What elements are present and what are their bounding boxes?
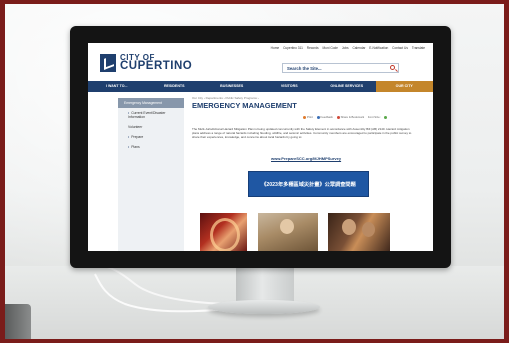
- survey-link[interactable]: www.PrepareSCC.org/MJHMPSurvey: [271, 156, 341, 161]
- logo-icon: [100, 54, 116, 72]
- feedback-link[interactable]: Feedback: [321, 115, 333, 119]
- photo-thumbnail-community[interactable]: [328, 213, 390, 251]
- breadcrumb[interactable]: Our City › Departments › Public Safety P…: [192, 96, 259, 100]
- nav-item-online-services[interactable]: ONLINE SERVICES: [318, 81, 376, 92]
- bullet-icon: •: [128, 145, 130, 149]
- sidebar-item-label: Plans: [131, 145, 140, 149]
- sidebar: Emergency Management • Current Event/Disa…: [118, 98, 184, 251]
- sidebar-item-label: Volunteer: [128, 125, 143, 129]
- nav-item-i-want-to[interactable]: I WANT TO...: [88, 81, 146, 92]
- font-size-icon[interactable]: [384, 115, 388, 119]
- utility-link[interactable]: Translate: [412, 46, 425, 50]
- sidebar-item-prepare[interactable]: • Prepare: [118, 132, 184, 142]
- print-link[interactable]: Print: [307, 115, 313, 119]
- share-link[interactable]: Share & Bookmark: [341, 115, 364, 119]
- survey-banner-label: 《2023年多種區域災計畫》公眾調查問題: [261, 182, 356, 188]
- main-nav: I WANT TO... RESIDENTS BUSINESSES VISITO…: [88, 81, 433, 92]
- utility-link[interactable]: Calendar: [352, 46, 365, 50]
- nav-item-our-city[interactable]: OUR CITY: [375, 81, 433, 92]
- logo-text-main: CUPERTINO: [120, 60, 193, 72]
- page-title: EMERGENCY MANAGEMENT: [192, 101, 297, 110]
- sidebar-item-emergency-management[interactable]: Emergency Management: [118, 98, 184, 108]
- search-input[interactable]: Search the Site...: [282, 63, 399, 73]
- sidebar-item-label: Prepare: [131, 135, 144, 139]
- utility-link[interactable]: Contact Us: [392, 46, 408, 50]
- utility-link[interactable]: Records: [307, 46, 319, 50]
- sidebar-item-current-event[interactable]: • Current Event/Disaster Information: [118, 108, 184, 122]
- nav-item-residents[interactable]: RESIDENTS: [146, 81, 204, 92]
- utility-link[interactable]: Jobs: [342, 46, 349, 50]
- page-tools: Print Feedback Share & Bookmark Font Siz…: [300, 115, 388, 119]
- search-placeholder: Search the Site...: [287, 66, 322, 71]
- body-paragraph: The Multi-Jurisdictional Hazard Mitigati…: [192, 127, 412, 140]
- search-icon[interactable]: [390, 65, 395, 70]
- utility-link[interactable]: Home: [271, 46, 280, 50]
- utility-link[interactable]: Cupertino 311: [283, 46, 303, 50]
- share-icon[interactable]: [336, 115, 340, 119]
- monitor-stand-base: [208, 300, 320, 314]
- sidebar-item-volunteer[interactable]: Volunteer: [118, 122, 184, 132]
- city-logo[interactable]: CITY OF CUPERTINO: [100, 53, 215, 75]
- sidebar-item-label: Current Event/Disaster Information: [128, 111, 166, 119]
- nav-item-businesses[interactable]: BUSINESSES: [203, 81, 261, 92]
- utility-link[interactable]: E-Notification: [369, 46, 388, 50]
- feedback-icon[interactable]: [316, 115, 320, 119]
- sidebar-item-plans[interactable]: • Plans: [118, 142, 184, 152]
- utility-links: Home Cupertino 311 Records Muni Code Job…: [268, 46, 425, 50]
- print-icon[interactable]: [303, 115, 306, 119]
- survey-banner[interactable]: 《2023年多種區域災計畫》公眾調查問題: [248, 171, 369, 197]
- photo-thumbnail-fire[interactable]: [200, 213, 247, 251]
- utility-link[interactable]: Muni Code: [323, 46, 338, 50]
- photo-thumbnail-people[interactable]: [258, 213, 318, 251]
- bullet-icon: •: [128, 135, 130, 139]
- desk-object: [5, 304, 31, 339]
- font-size-label: Font Size:: [367, 115, 381, 119]
- sidebar-item-label: Emergency Management: [124, 101, 162, 105]
- nav-item-visitors[interactable]: VISITORS: [261, 81, 319, 92]
- monitor-screen: Home Cupertino 311 Records Muni Code Job…: [88, 43, 433, 251]
